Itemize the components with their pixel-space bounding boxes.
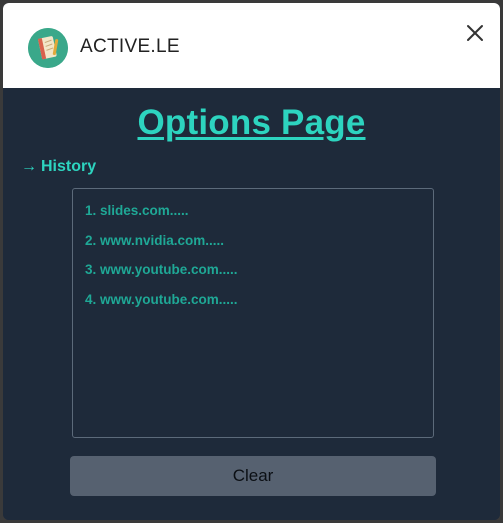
- close-icon: [467, 25, 483, 41]
- page-title: Options Page: [137, 103, 366, 142]
- history-heading-label: History: [41, 158, 97, 175]
- options-content: Options Page → History 1. slides.com.....…: [3, 88, 500, 520]
- history-item[interactable]: 3. www.youtube.com.....: [85, 261, 433, 291]
- history-heading: → History: [21, 158, 96, 176]
- title-bar: ACTIVE.LE: [3, 3, 500, 88]
- options-window: ACTIVE.LE Options Page → History 1. slide…: [3, 3, 500, 520]
- history-list-box[interactable]: 1. slides.com..... 2. www.nvidia.com....…: [72, 188, 434, 438]
- close-button[interactable]: [462, 20, 488, 46]
- history-list: 1. slides.com..... 2. www.nvidia.com....…: [73, 189, 433, 320]
- clear-button[interactable]: Clear: [70, 456, 436, 496]
- history-item[interactable]: 4. www.youtube.com.....: [85, 291, 433, 321]
- app-name: ACTIVE.LE: [80, 36, 180, 57]
- history-item[interactable]: 1. slides.com.....: [85, 202, 433, 232]
- arrow-right-icon: →: [21, 158, 37, 175]
- notebook-icon: [28, 28, 68, 68]
- history-item[interactable]: 2. www.nvidia.com.....: [85, 232, 433, 262]
